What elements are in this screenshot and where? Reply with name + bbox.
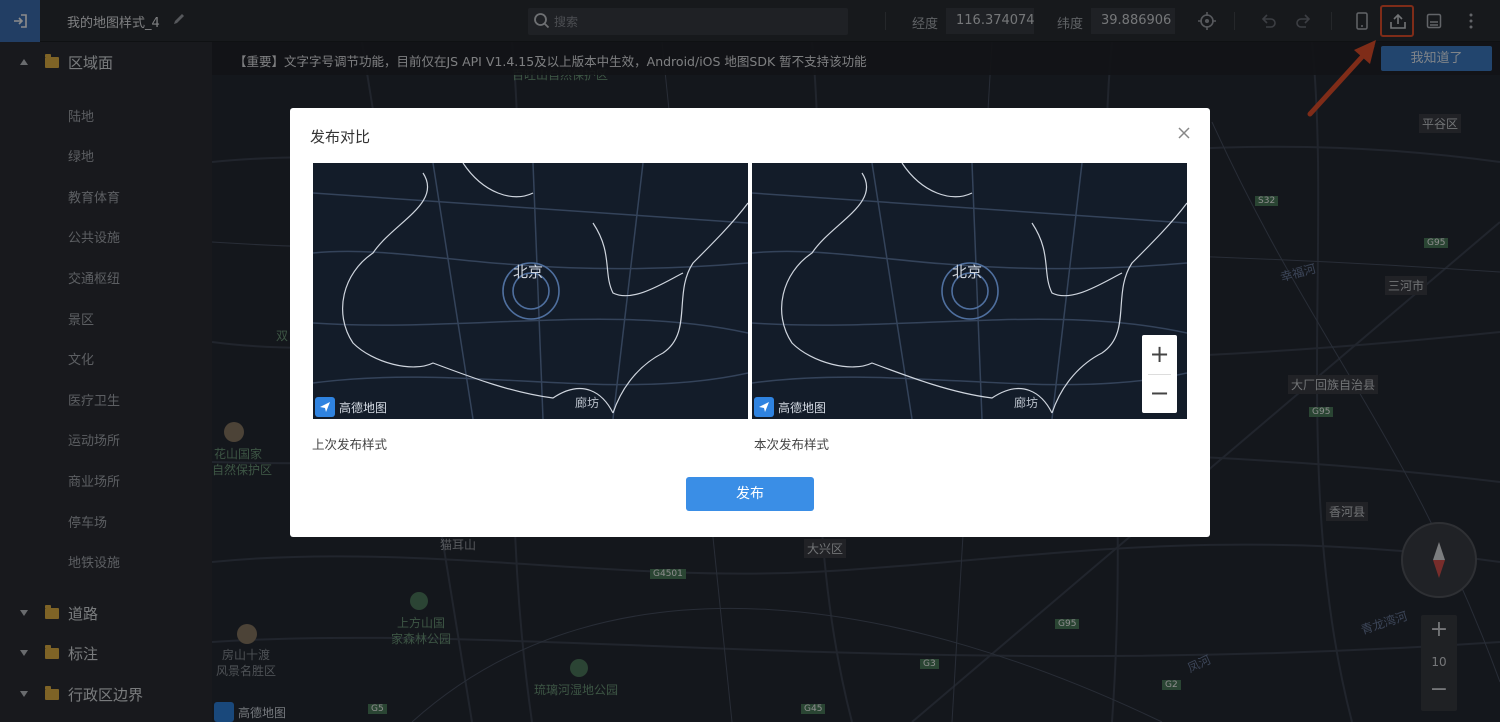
amap-logo-icon bbox=[754, 397, 774, 417]
dialog-title: 发布对比 bbox=[310, 128, 371, 146]
amap-logo: 高德地图 bbox=[754, 397, 826, 417]
caption-last: 上次发布样式 bbox=[312, 437, 388, 452]
publish-button[interactable]: 发布 bbox=[686, 477, 814, 511]
amap-logo-icon bbox=[315, 397, 335, 417]
amap-logo-text: 高德地图 bbox=[778, 400, 827, 415]
amap-logo: 高德地图 bbox=[315, 397, 387, 417]
zoom-out-button[interactable]: − bbox=[1142, 375, 1177, 413]
preview-zoom-control: + − bbox=[1142, 335, 1177, 413]
publish-compare-dialog: 发布对比 北京 廊坊 高德地图 北京 廊坊 高德地图 + − 上次发布样式 本次… bbox=[290, 108, 1210, 537]
zoom-in-button[interactable]: + bbox=[1142, 335, 1177, 373]
preview-map bbox=[752, 163, 1187, 419]
preview-city-label: 北京 bbox=[952, 263, 983, 281]
preview-langfang-label: 廊坊 bbox=[1014, 396, 1039, 410]
caption-current: 本次发布样式 bbox=[754, 437, 830, 452]
preview-current: 北京 廊坊 高德地图 + − bbox=[752, 163, 1187, 419]
preview-city-label: 北京 bbox=[513, 263, 544, 281]
preview-map bbox=[313, 163, 748, 419]
preview-last: 北京 廊坊 高德地图 bbox=[313, 163, 748, 419]
close-icon[interactable] bbox=[1177, 126, 1191, 140]
preview-langfang-label: 廊坊 bbox=[575, 396, 600, 410]
amap-logo-text: 高德地图 bbox=[339, 400, 388, 415]
